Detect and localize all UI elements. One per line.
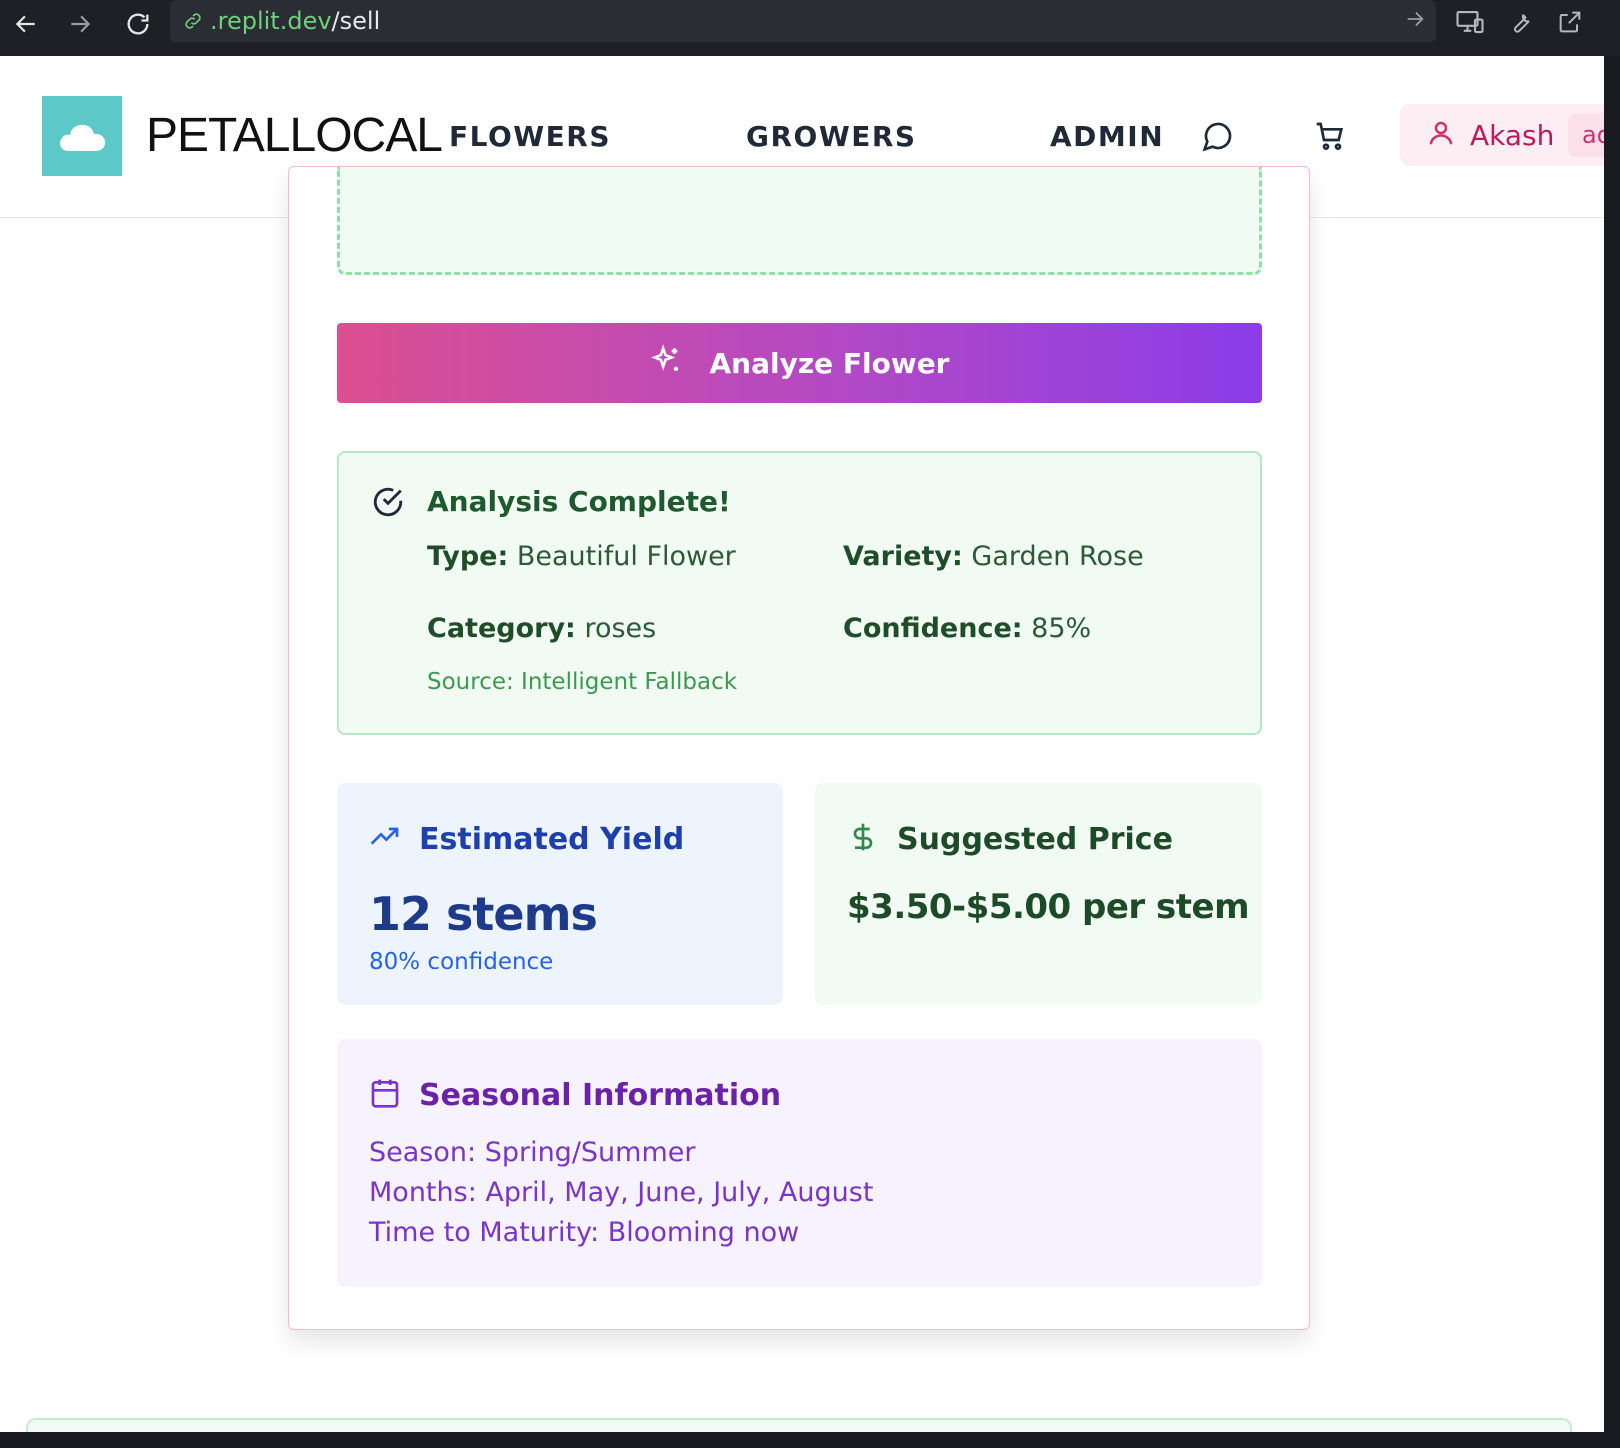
logo[interactable]: [42, 96, 122, 176]
price-value: $3.50-$5.00 per stem: [847, 887, 1250, 927]
user-name: Akash: [1470, 118, 1555, 152]
type-field: Type: Beautiful Flower: [427, 541, 736, 572]
months-field: Months: April, May, June, July, August: [369, 1177, 874, 1208]
window-edge: [1604, 56, 1620, 1448]
cart-icon[interactable]: [1310, 116, 1350, 156]
next-section-box: [26, 1418, 1572, 1432]
user-icon: [1426, 118, 1456, 153]
devices-icon[interactable]: [1448, 2, 1492, 42]
sparkles-icon: [649, 343, 683, 383]
check-circle-icon: [371, 485, 405, 524]
browser-toolbar: .replit.dev/sell: [0, 0, 1620, 56]
maturity-field: Time to Maturity: Blooming now: [369, 1217, 800, 1248]
yield-title: Estimated Yield: [419, 822, 685, 857]
reload-icon[interactable]: [118, 4, 158, 44]
analyze-button-label: Analyze Flower: [709, 346, 950, 380]
url-text: .replit.dev/sell: [210, 7, 381, 35]
external-link-icon[interactable]: [1548, 2, 1592, 42]
confidence-field: Confidence: 85%: [843, 613, 1092, 644]
go-arrow-icon[interactable]: [1404, 8, 1426, 35]
season-title: Seasonal Information: [419, 1078, 782, 1113]
calendar-icon: [369, 1077, 401, 1114]
trending-up-icon: [369, 821, 401, 858]
forward-arrow-icon[interactable]: [60, 4, 100, 44]
dollar-icon: [847, 821, 879, 858]
brand-name[interactable]: PETALLOCAL: [146, 108, 443, 163]
estimated-yield-panel: Estimated Yield 12 stems 80% confidence: [337, 783, 783, 1005]
page-viewport: PETALLOCAL FLOWERS GROWERS ADMIN Akash a…: [0, 56, 1604, 1432]
nav-admin[interactable]: ADMIN: [1050, 120, 1164, 153]
yield-confidence: 80% confidence: [369, 949, 554, 975]
category-field: Category: roses: [427, 613, 657, 644]
address-bar[interactable]: .replit.dev/sell: [170, 0, 1436, 42]
user-menu-button[interactable]: Akash admin: [1400, 104, 1604, 166]
nav-growers[interactable]: GROWERS: [746, 120, 917, 153]
analyze-flower-button[interactable]: Analyze Flower: [337, 323, 1262, 403]
back-arrow-icon[interactable]: [6, 4, 46, 44]
role-badge: admin: [1568, 113, 1604, 157]
seasonal-info-panel: Seasonal Information Season: Spring/Summ…: [337, 1039, 1262, 1287]
cloud-icon: [60, 124, 106, 151]
image-dropzone[interactable]: [337, 167, 1262, 275]
chat-icon[interactable]: [1198, 116, 1238, 156]
analysis-title: Analysis Complete!: [427, 485, 731, 518]
suggested-price-panel: Suggested Price $3.50-$5.00 per stem: [815, 783, 1262, 1005]
wrench-icon[interactable]: [1498, 2, 1542, 42]
season-field: Season: Spring/Summer: [369, 1137, 696, 1168]
nav-flowers[interactable]: FLOWERS: [449, 120, 611, 153]
link-icon: [180, 8, 206, 34]
sell-form-card: Analyze Flower Analysis Complete! Type: …: [288, 166, 1310, 1330]
price-title: Suggested Price: [897, 822, 1173, 857]
analysis-source: Source: Intelligent Fallback: [427, 669, 738, 695]
analysis-result-panel: Analysis Complete! Type: Beautiful Flowe…: [337, 451, 1262, 735]
window-bottom-edge: [0, 1432, 1620, 1448]
variety-field: Variety: Garden Rose: [843, 541, 1144, 572]
yield-value: 12 stems: [369, 887, 598, 941]
